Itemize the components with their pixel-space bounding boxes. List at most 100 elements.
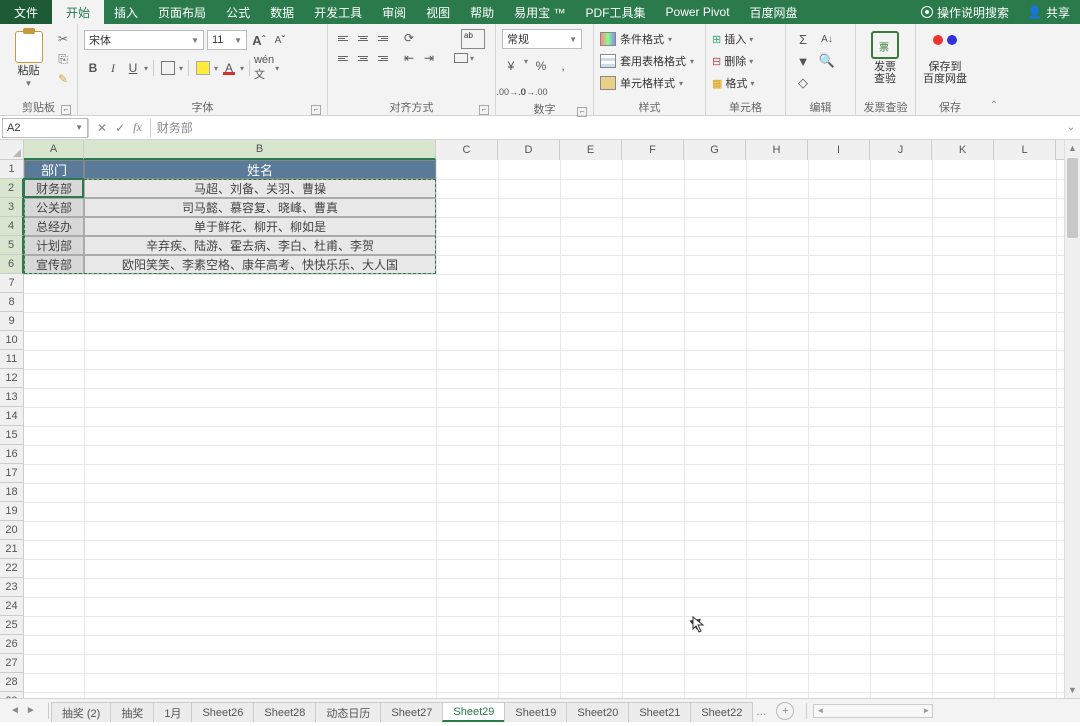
sheet-tab[interactable]: Sheet19 — [504, 702, 567, 722]
data-cell[interactable]: 辛弃疾、陆游、霍去病、李白、杜甫、李贺 — [84, 236, 436, 255]
tab-formulas[interactable]: 公式 — [216, 0, 260, 24]
tab-pagelayout[interactable]: 页面布局 — [148, 0, 216, 24]
tab-help[interactable]: 帮助 — [460, 0, 504, 24]
cancel-icon[interactable]: ✕ — [97, 121, 107, 135]
data-cell[interactable]: 公关部 — [24, 198, 84, 217]
conditional-format-button[interactable]: 条件格式▾ — [600, 29, 694, 49]
sheet-tab[interactable]: Sheet22 — [690, 702, 753, 722]
column-header[interactable]: J — [870, 140, 932, 160]
underline-button[interactable]: U — [124, 59, 142, 77]
select-all-corner[interactable] — [0, 140, 24, 160]
row-header[interactable]: 26 — [0, 635, 24, 654]
tab-view[interactable]: 视图 — [416, 0, 460, 24]
data-cell[interactable]: 司马懿、慕容复、晓峰、曹真 — [84, 198, 436, 217]
insert-button[interactable]: ⊞插入▾ — [712, 29, 754, 49]
sheet-tab[interactable]: 1月 — [153, 702, 192, 722]
column-header[interactable]: C — [436, 140, 498, 160]
row-header[interactable]: 16 — [0, 445, 24, 464]
column-header[interactable]: H — [746, 140, 808, 160]
fill-color-button[interactable] — [194, 59, 212, 77]
row-header[interactable]: 20 — [0, 521, 24, 540]
row-header[interactable]: 27 — [0, 654, 24, 673]
sheet-tab[interactable]: Sheet26 — [191, 702, 254, 722]
tab-home[interactable]: 开始 — [52, 0, 104, 24]
table-format-button[interactable]: 套用表格格式▾ — [600, 51, 694, 71]
sheet-tab[interactable]: 抽奖 (2) — [51, 702, 112, 722]
baidu-save-button[interactable]: 保存到百度网盘 — [922, 29, 968, 85]
orientation-button[interactable]: ⟳ — [400, 29, 418, 47]
chevron-down-icon[interactable]: ▾ — [144, 64, 148, 73]
tab-insert[interactable]: 插入 — [104, 0, 148, 24]
format-button[interactable]: ▦格式▾ — [712, 73, 754, 93]
phonetic-button[interactable]: wén文 — [255, 59, 273, 77]
merge-center-button[interactable]: ▾ — [454, 53, 492, 63]
horizontal-scrollbar[interactable] — [813, 704, 933, 718]
expand-formula-bar-icon[interactable]: ⌄ — [1062, 122, 1080, 133]
clear-button[interactable]: ◇ — [792, 73, 814, 93]
font-size-dropdown[interactable]: 11▼ — [207, 30, 247, 50]
row-header[interactable]: 8 — [0, 293, 24, 312]
row-header[interactable]: 3 — [0, 198, 24, 217]
sort-filter-button[interactable]: A↓ — [816, 29, 838, 49]
sheet-tab[interactable]: Sheet20 — [566, 702, 629, 722]
share-button[interactable]: 👤共享 — [1017, 0, 1080, 24]
italic-button[interactable]: I — [104, 59, 122, 77]
decrease-font-icon[interactable]: Aˇ — [271, 31, 289, 49]
data-cell[interactable]: 总经办 — [24, 217, 84, 236]
row-header[interactable]: 11 — [0, 350, 24, 369]
increase-decimal[interactable]: .00→.0 — [502, 83, 520, 101]
format-painter-icon[interactable] — [55, 71, 71, 87]
tell-me[interactable]: 操作说明搜索 — [913, 0, 1017, 24]
increase-font-icon[interactable]: Aˆ — [250, 31, 268, 49]
column-header[interactable]: I — [808, 140, 870, 160]
paste-button[interactable]: 粘贴 ▼ — [6, 29, 51, 88]
sheet-tab[interactable]: 抽奖 — [110, 702, 154, 722]
tab-baidu[interactable]: 百度网盘 — [740, 0, 808, 24]
chevron-down-icon[interactable]: ▾ — [179, 64, 183, 73]
dialog-launcher-icon[interactable]: ⌐ — [311, 105, 321, 115]
data-cell[interactable]: 计划部 — [24, 236, 84, 255]
sheet-tab[interactable]: 动态日历 — [315, 702, 381, 722]
column-header[interactable]: F — [622, 140, 684, 160]
enter-icon[interactable]: ✓ — [115, 121, 125, 135]
number-format-dropdown[interactable]: 常规▼ — [502, 29, 582, 49]
column-header[interactable]: L — [994, 140, 1056, 160]
column-header[interactable]: A — [24, 140, 84, 160]
data-cell[interactable]: 宣传部 — [24, 255, 84, 274]
row-header[interactable]: 17 — [0, 464, 24, 483]
row-header[interactable]: 9 — [0, 312, 24, 331]
row-header[interactable]: 5 — [0, 236, 24, 255]
chevron-down-icon[interactable]: ▾ — [214, 64, 218, 73]
tab-pdf[interactable]: PDF工具集 — [576, 0, 656, 24]
dialog-launcher-icon[interactable]: ⌐ — [577, 107, 587, 117]
column-header[interactable]: K — [932, 140, 994, 160]
vertical-scrollbar[interactable]: ▲ ▼ — [1064, 140, 1080, 698]
row-header[interactable]: 14 — [0, 407, 24, 426]
row-header[interactable]: 24 — [0, 597, 24, 616]
align-right[interactable] — [374, 49, 392, 67]
row-header[interactable]: 23 — [0, 578, 24, 597]
name-box[interactable]: A2▼ — [2, 118, 88, 138]
tab-yiyongbao[interactable]: 易用宝 ™ — [504, 0, 575, 24]
cut-icon[interactable] — [55, 31, 71, 47]
tab-powerpivot[interactable]: Power Pivot — [656, 0, 740, 24]
row-header[interactable]: 28 — [0, 673, 24, 692]
decrease-decimal[interactable]: .0→.00 — [524, 83, 542, 101]
bold-button[interactable]: B — [84, 59, 102, 77]
fx-icon[interactable]: fx — [133, 120, 142, 135]
font-name-dropdown[interactable]: 宋体▼ — [84, 30, 204, 50]
sheet-nav-last-icon[interactable]: ► — [26, 705, 36, 716]
sheet-nav-first-icon[interactable]: ◄ — [10, 705, 20, 716]
sheet-tab[interactable]: Sheet21 — [628, 702, 691, 722]
file-tab[interactable]: 文件 — [0, 0, 52, 24]
fill-button[interactable]: ▼ — [792, 51, 814, 71]
font-color-button[interactable]: A — [220, 59, 238, 77]
column-header[interactable]: G — [684, 140, 746, 160]
row-header[interactable]: 18 — [0, 483, 24, 502]
align-top-left[interactable] — [334, 29, 352, 47]
accounting-format[interactable]: ¥ — [502, 57, 520, 75]
row-header[interactable]: 4 — [0, 217, 24, 236]
comma-format[interactable]: , — [554, 57, 572, 75]
add-sheet-button[interactable]: + — [776, 702, 794, 720]
data-cell[interactable]: 姓名 — [84, 160, 436, 179]
